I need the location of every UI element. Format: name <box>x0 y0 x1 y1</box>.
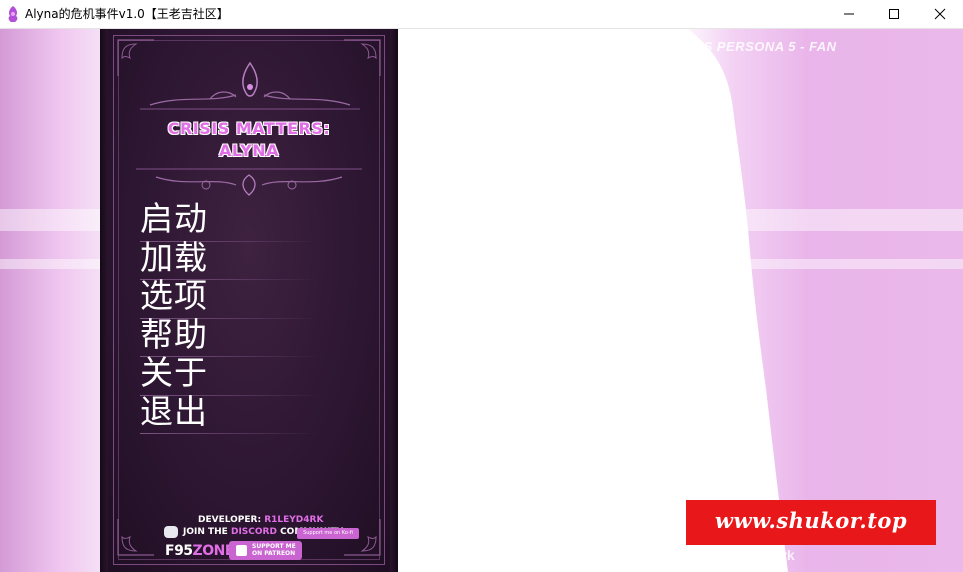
window-title: Alyna的危机事件v1.0【王老吉社区】 <box>25 7 229 21</box>
main-menu: 启动 加载 选项 帮助 关于 退出 <box>140 199 208 432</box>
discord-prefix: JOIN THE <box>183 527 231 537</box>
minimize-button[interactable] <box>826 0 872 28</box>
menu-about[interactable]: 关于 <box>140 353 208 393</box>
patreon-line1: SUPPORT ME <box>252 543 296 550</box>
developer-label: DEVELOPER: <box>198 515 265 525</box>
game-title-line2: ALYNA <box>219 141 279 160</box>
f95zone-link[interactable]: F95ZONE <box>165 543 234 559</box>
maximize-icon <box>889 9 899 19</box>
title-bar: Alyna的危机事件v1.0【王老吉社区】 <box>0 0 963 29</box>
menu-start[interactable]: 启动 <box>140 199 208 239</box>
close-icon <box>934 8 946 20</box>
minimize-icon <box>844 13 854 15</box>
developer-name: R1LEYD4RK <box>264 515 324 525</box>
close-button[interactable] <box>917 0 963 28</box>
discord-highlight: DISCORD <box>230 527 277 537</box>
menu-options[interactable]: 选项 <box>140 276 208 316</box>
game-title-line1: CRISIS MATTERS: <box>167 119 331 138</box>
panel-edge <box>100 29 108 572</box>
background-signature: eyD4rk <box>748 547 795 563</box>
app-icon <box>8 6 18 22</box>
character-silhouette <box>398 29 788 572</box>
corner-ornament-icon <box>117 519 154 556</box>
game-screen: 'S PERSONA 5 - FAN eyD4rk CRISIS MATTERS… <box>0 29 963 572</box>
patreon-label: SUPPORT ME ON PATREON <box>252 543 296 557</box>
watermark-text: www.shukor.top <box>714 508 908 533</box>
crest-ornament-icon <box>140 61 360 110</box>
f95-part1: F95 <box>165 543 193 559</box>
patreon-line2: ON PATREON <box>252 550 296 557</box>
developer-credit: DEVELOPER: R1LEYD4RK <box>198 515 323 525</box>
menu-quit[interactable]: 退出 <box>140 392 208 432</box>
crest-ornament-icon <box>136 168 362 196</box>
kofi-button[interactable]: Support me on Ko-fi <box>297 528 359 539</box>
maximize-button[interactable] <box>871 0 917 28</box>
panel-edge <box>390 29 398 572</box>
patreon-icon <box>236 545 247 556</box>
menu-divider <box>140 433 320 434</box>
background-text: 'S PERSONA 5 - FAN <box>700 39 837 54</box>
menu-help[interactable]: 帮助 <box>140 315 208 355</box>
f95-part2: ZONE <box>192 543 235 559</box>
menu-load[interactable]: 加载 <box>140 238 208 278</box>
discord-icon[interactable] <box>164 526 178 538</box>
